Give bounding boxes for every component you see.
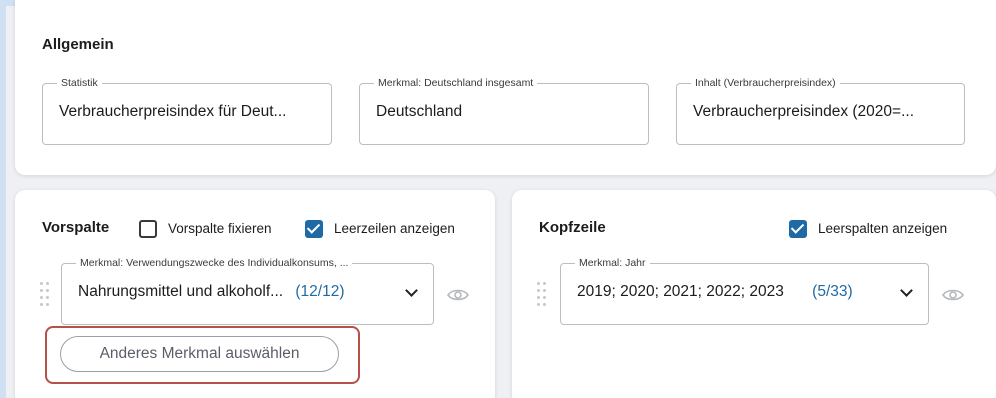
inhalt-legend: Inhalt (Verbraucherpreisindex) (691, 77, 840, 89)
kopfzeile-merkmal-legend: Merkmal: Jahr (575, 257, 650, 269)
vorspalte-fixieren-checkbox[interactable] (139, 220, 157, 238)
statistik-field[interactable]: Statistik Verbraucherpreisindex für Deut… (42, 77, 332, 145)
eye-icon[interactable] (942, 288, 964, 302)
kopfzeile-merkmal-value: 2019; 2020; 2021; 2022; 2023 (5/33) (577, 283, 853, 301)
leerzeilen-checkbox[interactable] (305, 220, 323, 238)
left-edge-strip (0, 0, 6, 398)
statistik-legend: Statistik (57, 77, 102, 89)
vorspalte-panel: Vorspalte Vorspalte fixieren Leerzeilen … (15, 190, 495, 398)
allgemein-panel: Allgemein Statistik Verbraucherpreisinde… (15, 0, 996, 175)
drag-handle-icon[interactable] (40, 282, 50, 308)
vorspalte-merkmal-legend: Merkmal: Verwendungszwecke des Individua… (76, 257, 353, 269)
vorspalte-fixieren-label[interactable]: Vorspalte fixieren (168, 221, 272, 236)
kopfzeile-merkmal-select[interactable]: Merkmal: Jahr 2019; 2020; 2021; 2022; 20… (560, 257, 929, 325)
merkmal-deutschland-value: Deutschland (376, 103, 463, 120)
kopfzeile-merkmal-count: (5/33) (812, 283, 853, 300)
merkmal-deutschland-legend: Merkmal: Deutschland insgesamt (374, 77, 538, 89)
vorspalte-merkmal-value: Nahrungsmittel und alkoholf... (12/12) (78, 283, 345, 301)
kopfzeile-merkmal-text: 2019; 2020; 2021; 2022; 2023 (577, 283, 784, 300)
allgemein-title: Allgemein (42, 36, 114, 53)
vorspalte-merkmal-select[interactable]: Merkmal: Verwendungszwecke des Individua… (61, 257, 434, 325)
vorspalte-merkmal-count: (12/12) (295, 283, 345, 300)
chevron-down-icon[interactable] (405, 284, 418, 297)
drag-handle-icon[interactable] (537, 282, 547, 308)
kopfzeile-title: Kopfzeile (539, 219, 606, 236)
kopfzeile-panel: Kopfzeile Leerspalten anzeigen Merkmal: … (512, 190, 996, 398)
eye-icon[interactable] (447, 288, 469, 302)
anderes-merkmal-button[interactable]: Anderes Merkmal auswählen (60, 336, 339, 372)
inhalt-field[interactable]: Inhalt (Verbraucherpreisindex) Verbrauch… (676, 77, 965, 145)
leerspalten-label[interactable]: Leerspalten anzeigen (818, 221, 947, 236)
leerzeilen-label[interactable]: Leerzeilen anzeigen (334, 221, 455, 236)
vorspalte-merkmal-text: Nahrungsmittel und alkoholf... (78, 283, 284, 300)
leerspalten-checkbox[interactable] (789, 220, 807, 238)
vorspalte-title: Vorspalte (42, 219, 110, 236)
chevron-down-icon[interactable] (900, 284, 913, 297)
merkmal-deutschland-field[interactable]: Merkmal: Deutschland insgesamt Deutschla… (359, 77, 649, 145)
inhalt-value: Verbraucherpreisindex (2020=... (693, 103, 915, 120)
statistik-value: Verbraucherpreisindex für Deut... (59, 103, 287, 120)
